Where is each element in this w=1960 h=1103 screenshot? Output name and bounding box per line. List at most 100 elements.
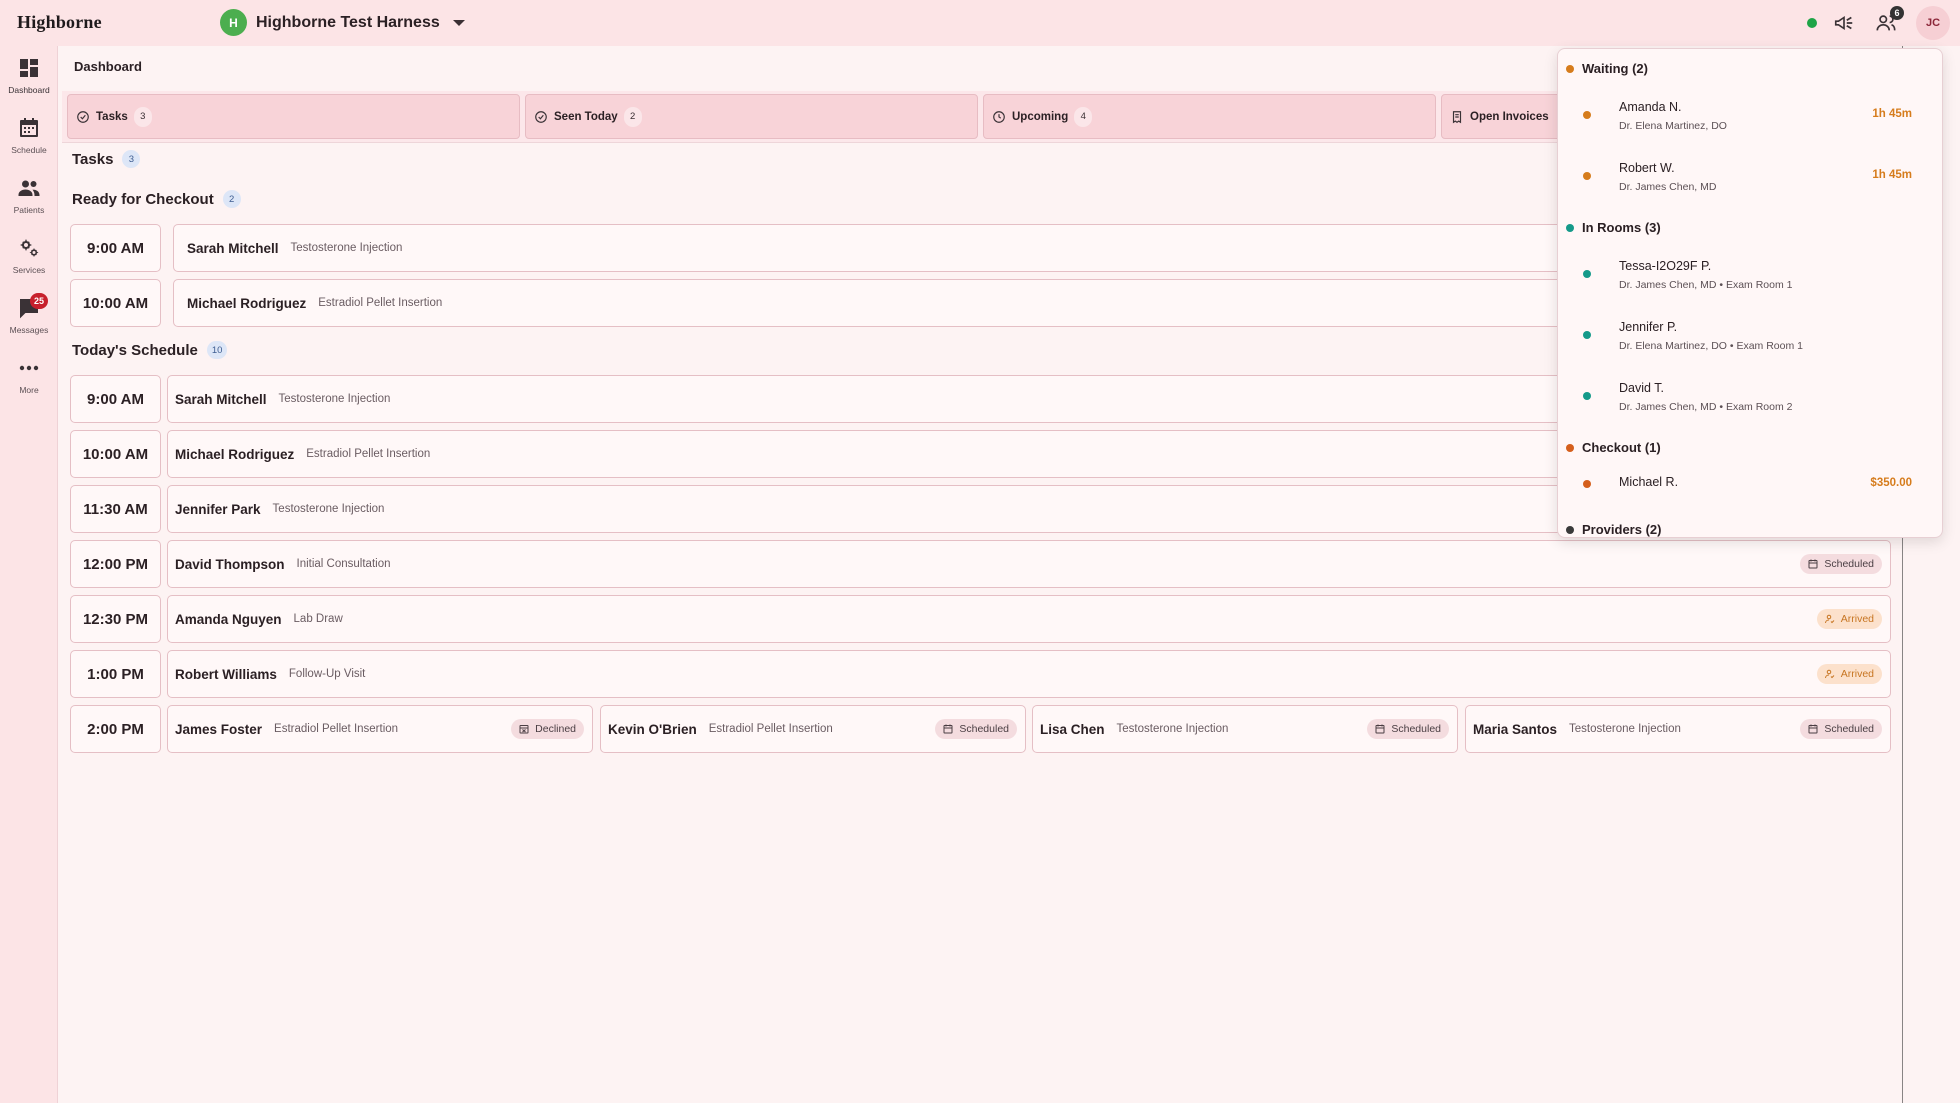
in-room-patient[interactable]: Jennifer P. Dr. Elena Martinez, DO • Exa… <box>1558 310 1942 360</box>
checkout-header: Ready for Checkout 2 <box>72 190 241 208</box>
tab-count: 2 <box>623 106 642 127</box>
status-label: Arrived <box>1840 613 1874 625</box>
tab-upcoming[interactable]: Upcoming 4 <box>983 94 1436 139</box>
org-name: Highborne Test Harness <box>256 13 440 31</box>
sidebar-item-schedule[interactable]: Schedule <box>0 116 58 168</box>
service-name: Testosterone Injection <box>1116 723 1229 735</box>
section-title: In Rooms (3) <box>1582 220 1661 235</box>
person-check-icon <box>1824 669 1835 679</box>
provider-name: Dr. James Chen, MD <box>1619 181 1717 193</box>
announcements-button[interactable] <box>1830 10 1858 36</box>
status-badge: Arrived <box>1816 664 1882 684</box>
tab-tasks[interactable]: Tasks 3 <box>67 94 520 139</box>
schedule-appointment[interactable]: Kevin O'Brien Estradiol Pellet Insertion… <box>600 705 1026 753</box>
status-label: Declined <box>535 723 576 735</box>
status-label: Scheduled <box>1391 723 1441 735</box>
section-title: Checkout (1) <box>1582 440 1661 455</box>
patient-name: Robert W. <box>1619 161 1675 175</box>
service-name: Testosterone Injection <box>272 503 385 515</box>
calendar-icon <box>943 724 953 734</box>
patient-name: Sarah Mitchell <box>175 391 267 407</box>
page-title: Dashboard <box>74 59 142 74</box>
section-count: 3 <box>122 150 141 168</box>
waiting-patient[interactable]: Robert W. Dr. James Chen, MD 1h 45m <box>1558 151 1942 201</box>
tasks-header: Tasks 3 <box>72 150 141 168</box>
schedule-appointment[interactable]: Maria Santos Testosterone Injection Sche… <box>1465 705 1891 753</box>
waiting-patient[interactable]: Amanda N. Dr. Elena Martinez, DO 1h 45m <box>1558 90 1942 140</box>
section-title: Providers (2) <box>1582 522 1662 537</box>
service-name: Estradiol Pellet Insertion <box>306 448 431 460</box>
patient-name: Michael Rodriguez <box>187 295 307 311</box>
checkout-patient[interactable]: Michael R. $350.00 <box>1558 464 1942 504</box>
patient-name: Amanda Nguyen <box>175 611 282 627</box>
status-label: Scheduled <box>959 723 1009 735</box>
notification-badge: 6 <box>1890 6 1904 20</box>
service-name: Estradiol Pellet Insertion <box>318 297 443 309</box>
sidebar-item-dashboard[interactable]: Dashboard <box>0 56 58 108</box>
sidebar-item-patients[interactable]: Patients <box>0 176 58 228</box>
org-switcher[interactable]: H Highborne Test Harness <box>220 9 465 36</box>
service-name: Estradiol Pellet Insertion <box>274 723 399 735</box>
schedule-appointment[interactable]: James Foster Estradiol Pellet Insertion … <box>167 705 593 753</box>
online-status-indicator <box>1807 18 1817 28</box>
time-slot: 10:00 AM <box>70 279 161 327</box>
chevron-down-icon <box>452 19 465 26</box>
schedule-appointment[interactable]: Robert Williams Follow-Up Visit Arrived <box>167 650 1891 698</box>
patient-name: Michael R. <box>1619 475 1679 489</box>
tab-count: 4 <box>1074 106 1093 127</box>
in-room-patient[interactable]: David T. Dr. James Chen, MD • Exam Room … <box>1558 371 1942 421</box>
org-avatar: H <box>220 9 247 36</box>
in-room-patient[interactable]: Tessa-I2O29F P. Dr. James Chen, MD • Exa… <box>1558 249 1942 299</box>
status-label: Scheduled <box>1824 558 1874 570</box>
patient-name: James Foster <box>175 721 263 737</box>
status-dot <box>1583 480 1591 488</box>
patient-flow-popover: Waiting (2) Amanda N. Dr. Elena Martinez… <box>1557 48 1943 538</box>
checkout-dot <box>1566 443 1574 452</box>
time-slot: 12:30 PM <box>70 595 161 643</box>
tab-count: 3 <box>133 106 152 127</box>
schedule-appointment[interactable]: Amanda Nguyen Lab Draw Arrived <box>167 595 1891 643</box>
sidebar-item-label: More <box>19 385 39 395</box>
tab-label: Open Invoices <box>1470 110 1549 123</box>
schedule-header: Today's Schedule 10 <box>72 341 228 359</box>
user-avatar[interactable]: JC <box>1916 6 1950 40</box>
check-circle-icon <box>77 110 89 123</box>
sidebar-item-messages[interactable]: 25 Messages <box>0 293 58 348</box>
patient-name: Jennifer P. <box>1619 320 1678 334</box>
patient-name: Tessa-I2O29F P. <box>1619 259 1712 273</box>
top-bar: Highborne H Highborne Test Harness 6 JC <box>0 0 1960 46</box>
waiting-dot <box>1566 64 1574 73</box>
people-icon <box>18 180 40 196</box>
time-slot: 10:00 AM <box>70 430 161 478</box>
amount-due: $350.00 <box>1870 477 1912 489</box>
provider-room: Dr. James Chen, MD • Exam Room 2 <box>1619 401 1793 413</box>
wait-time: 1h 45m <box>1872 108 1912 120</box>
time-slot: 12:00 PM <box>70 540 161 588</box>
provider-name: Dr. Elena Martinez, DO <box>1619 120 1727 132</box>
providers-dot <box>1566 525 1574 534</box>
tab-label: Tasks <box>96 110 128 123</box>
time-slot: 9:00 AM <box>70 375 161 423</box>
section-title: Today's Schedule <box>72 341 198 359</box>
schedule-appointment[interactable]: Lisa Chen Testosterone Injection Schedul… <box>1032 705 1458 753</box>
in-rooms-header: In Rooms (3) <box>1566 220 1661 235</box>
patient-flow-button[interactable]: 6 <box>1872 6 1904 36</box>
time-slot: 1:00 PM <box>70 650 161 698</box>
sidebar-item-label: Patients <box>13 205 45 215</box>
status-dot <box>1583 331 1591 339</box>
wait-time: 1h 45m <box>1872 169 1912 181</box>
sidebar-item-services[interactable]: Services <box>0 236 58 288</box>
patient-name: Robert Williams <box>175 666 277 682</box>
schedule-appointment[interactable]: David Thompson Initial Consultation Sche… <box>167 540 1891 588</box>
sidebar-item-more[interactable]: More <box>0 356 58 408</box>
section-title: Tasks <box>72 150 114 168</box>
tab-seen-today[interactable]: Seen Today 2 <box>525 94 978 139</box>
patient-name: Jennifer Park <box>175 501 261 517</box>
brand-logo[interactable]: Highborne <box>17 12 102 33</box>
section-count: 2 <box>222 190 241 208</box>
status-dot <box>1583 392 1591 400</box>
sidebar-item-label: Messages <box>9 325 49 335</box>
service-name: Testosterone Injection <box>278 393 391 405</box>
section-title: Waiting (2) <box>1582 61 1648 76</box>
patient-name: David Thompson <box>175 556 285 572</box>
